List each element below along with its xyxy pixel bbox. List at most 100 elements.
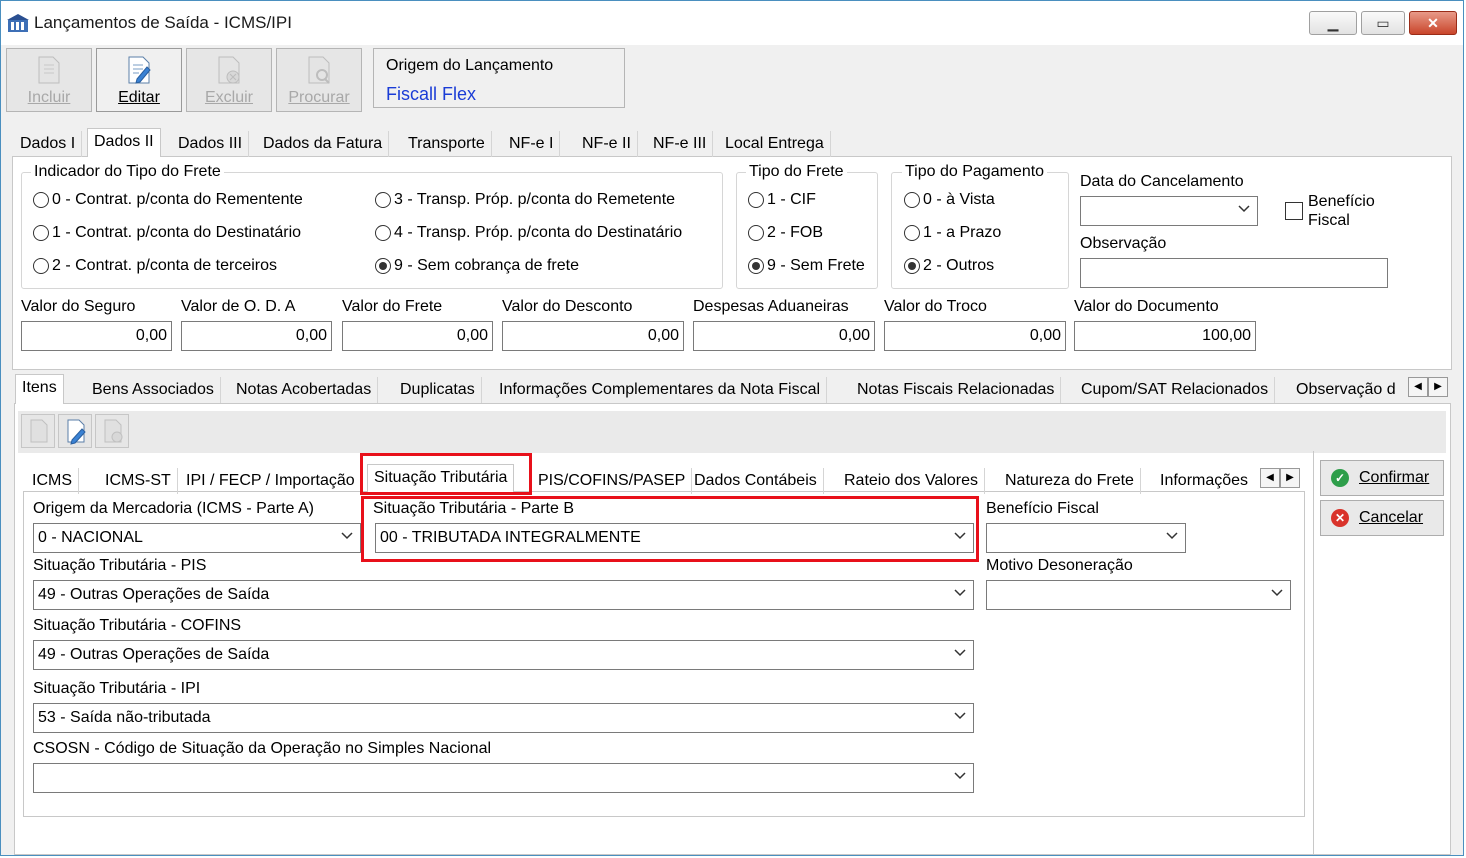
tab-info-complementares[interactable]: Informações Complementares da Nota Fisca…: [493, 377, 828, 403]
radio-cif[interactable]: 1 - CIF: [748, 191, 816, 209]
maximize-button[interactable]: ▭: [1361, 11, 1405, 35]
radio-circle-icon: [904, 192, 920, 208]
chevron-down-icon: [954, 589, 966, 597]
arrow-right-icon[interactable]: ▶: [1428, 377, 1448, 397]
maximize-icon: ▭: [1376, 14, 1390, 31]
procurar-button[interactable]: Procurar: [276, 48, 362, 112]
ipi-select[interactable]: 53 - Saída não-tributada: [33, 703, 974, 733]
valor-oda-field[interactable]: 0,00: [181, 321, 332, 351]
tab-notas-acobertadas[interactable]: Notas Acobertadas: [230, 377, 379, 403]
excluir-label: Excluir: [204, 89, 253, 106]
minimize-icon: ▁: [1327, 14, 1339, 31]
radio-selected-icon: [748, 258, 764, 274]
motivo-desoneracao-label: Motivo Desoneração: [986, 557, 1133, 574]
valor-troco-label: Valor do Troco: [884, 298, 987, 315]
origem-mercadoria-label: Origem da Mercadoria (ICMS - Parte A): [33, 500, 314, 517]
check-icon: ✓: [1331, 469, 1349, 487]
incluir-button[interactable]: Incluir: [6, 48, 92, 112]
radio-frete-1[interactable]: 1 - Contrat. p/conta do Destinatário: [33, 224, 301, 242]
tab-nfe-i[interactable]: NF-e I: [503, 131, 561, 157]
close-button[interactable]: ✕: [1409, 11, 1457, 35]
arrow-left-icon[interactable]: ◀: [1260, 468, 1280, 488]
valor-oda-label: Valor de O. D. A: [181, 298, 296, 315]
tipo-pagamento-title: Tipo do Pagamento: [902, 163, 1048, 181]
radio-frete-9[interactable]: 9 - Sem cobrança de frete: [375, 257, 579, 275]
radio-frete-2[interactable]: 2 - Contrat. p/conta de terceiros: [33, 257, 277, 275]
radio-frete-0[interactable]: 0 - Contrat. p/conta do Rementente: [33, 191, 303, 209]
radio-frete-3[interactable]: 3 - Transp. Próp. p/conta do Remetente: [375, 191, 675, 209]
chevron-down-icon: [954, 712, 966, 720]
tab-nfe-iii[interactable]: NF-e III: [647, 131, 714, 157]
pis-select[interactable]: 49 - Outras Operações de Saída: [33, 580, 974, 610]
radio-frete-4[interactable]: 4 - Transp. Próp. p/conta do Destinatári…: [375, 224, 682, 242]
mid-tab-scroller[interactable]: ◀ ▶: [1408, 377, 1448, 397]
radio-selected-icon: [904, 258, 920, 274]
tab-observacao[interactable]: Observação d: [1290, 377, 1408, 403]
new-document-icon: [30, 419, 48, 443]
highlight-situacao-tab: [360, 453, 532, 495]
tab-icms-st[interactable]: ICMS-ST: [99, 468, 178, 494]
valor-desconto-label: Valor do Desconto: [502, 298, 633, 315]
radio-circle-icon: [748, 225, 764, 241]
tab-local-entrega[interactable]: Local Entrega: [719, 131, 831, 157]
despesas-aduaneiras-field[interactable]: 0,00: [693, 321, 875, 351]
tab-natureza-frete[interactable]: Natureza do Frete: [999, 468, 1141, 494]
tab-pis-cofins[interactable]: PIS/COFINS/PASEP: [532, 468, 693, 494]
pis-label: Situação Tributária - PIS: [33, 557, 207, 574]
valor-desconto-field[interactable]: 0,00: [502, 321, 684, 351]
data-cancelamento-field[interactable]: [1080, 196, 1258, 226]
valor-troco-field[interactable]: 0,00: [884, 321, 1066, 351]
tab-rateio[interactable]: Rateio dos Valores: [838, 468, 985, 494]
minimize-button[interactable]: ▁: [1309, 11, 1357, 35]
cancel-icon: ✕: [1331, 509, 1349, 527]
tab-dados-fatura[interactable]: Dados da Fatura: [257, 131, 390, 157]
tab-notas-relacionadas[interactable]: Notas Fiscais Relacionadas: [851, 377, 1062, 403]
action-divider: [1313, 451, 1314, 855]
tipo-frete-title: Tipo do Frete: [746, 163, 847, 181]
tab-ipi-fecp[interactable]: IPI / FECP / Importação: [180, 468, 362, 494]
tab-dados-ii[interactable]: Dados II: [87, 128, 161, 157]
radio-sem-frete[interactable]: 9 - Sem Frete: [748, 257, 865, 275]
arrow-left-icon[interactable]: ◀: [1408, 377, 1428, 397]
item-tab-scroller[interactable]: ◀ ▶: [1260, 468, 1300, 488]
tab-dados-i[interactable]: Dados I: [14, 131, 83, 157]
beneficio-fiscal-checkbox[interactable]: [1285, 202, 1303, 220]
valor-seguro-label: Valor do Seguro: [21, 298, 136, 315]
editar-button[interactable]: Editar: [96, 48, 182, 112]
confirmar-button[interactable]: ✓ Confirmar: [1320, 460, 1444, 496]
cancelar-button[interactable]: ✕ Cancelar: [1320, 500, 1444, 536]
tab-dados-contabeis[interactable]: Dados Contábeis: [688, 468, 824, 494]
tab-icms[interactable]: ICMS: [26, 468, 79, 494]
valor-documento-field[interactable]: 100,00: [1074, 321, 1256, 351]
origem-box: Origem do Lançamento Fiscall Flex: [373, 48, 625, 108]
motivo-desoneracao-select[interactable]: [986, 580, 1291, 610]
radio-circle-icon: [33, 258, 49, 274]
item-edit-button[interactable]: [58, 414, 92, 448]
observacao-field[interactable]: [1080, 258, 1388, 288]
tab-duplicatas[interactable]: Duplicatas: [394, 377, 482, 403]
cofins-select[interactable]: 49 - Outras Operações de Saída: [33, 640, 974, 670]
valor-seguro-field[interactable]: 0,00: [21, 321, 172, 351]
valor-frete-field[interactable]: 0,00: [342, 321, 493, 351]
radio-a-vista[interactable]: 0 - à Vista: [904, 191, 995, 209]
origem-mercadoria-select[interactable]: 0 - NACIONAL: [33, 523, 361, 553]
tab-cupom-sat[interactable]: Cupom/SAT Relacionados: [1075, 377, 1276, 403]
item-delete-button[interactable]: [95, 414, 129, 448]
radio-circle-icon: [375, 192, 391, 208]
tab-transporte[interactable]: Transporte: [402, 131, 492, 157]
editar-label: Editar: [118, 89, 160, 106]
beneficio-fiscal-select[interactable]: [986, 523, 1186, 553]
radio-fob[interactable]: 2 - FOB: [748, 224, 823, 242]
tab-bens-associados[interactable]: Bens Associados: [86, 377, 221, 403]
tab-informacoes[interactable]: Informações: [1154, 468, 1259, 494]
tab-nfe-ii[interactable]: NF-e II: [576, 131, 638, 157]
radio-a-prazo[interactable]: 1 - a Prazo: [904, 224, 1001, 242]
tab-itens[interactable]: Itens: [15, 374, 64, 404]
csosn-select[interactable]: [33, 763, 974, 793]
excluir-button[interactable]: Excluir: [186, 48, 272, 112]
tab-dados-iii[interactable]: Dados III: [172, 131, 250, 157]
arrow-right-icon[interactable]: ▶: [1280, 468, 1300, 488]
radio-outros[interactable]: 2 - Outros: [904, 257, 994, 275]
frete-indicator-title: Indicador do Tipo do Frete: [31, 163, 224, 181]
item-add-button[interactable]: [21, 414, 55, 448]
